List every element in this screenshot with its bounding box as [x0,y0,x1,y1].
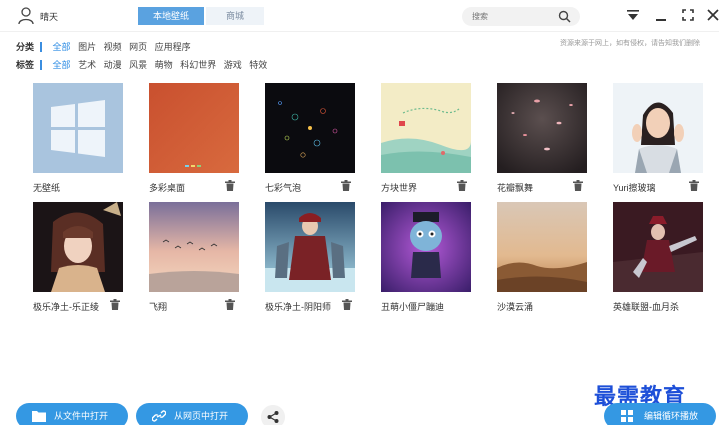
wallpaper-title: 飞翔 [149,302,168,312]
tag-all[interactable]: 全部 [53,60,71,70]
trash-icon[interactable] [573,180,583,191]
dropdown-icon[interactable] [626,8,640,22]
wallpaper-title: 花瓣飘舞 [497,183,534,193]
wallpaper-thumb-dance-yys[interactable] [265,202,355,292]
wallpaper-thumb-bubbles[interactable] [265,83,355,173]
fullscreen-icon[interactable] [681,8,695,22]
trash-icon[interactable] [225,299,235,310]
grid-icon [621,410,633,422]
tag-cute[interactable]: 萌物 [155,60,173,70]
wallpaper-title: 方块世界 [381,183,418,193]
open-from-web-label: 从网页中打开 [174,411,229,421]
category-video[interactable]: 视频 [104,42,122,52]
wallpaper-thumb-yuri[interactable] [613,83,703,173]
trash-icon[interactable] [110,299,120,310]
tag-scenery[interactable]: 风景 [129,60,147,70]
wallpaper-thumb-dance-yue[interactable] [33,202,123,292]
open-from-file-label: 从文件中打开 [54,411,109,421]
title-bar: 晴天 本地壁纸 商城 [0,0,719,32]
wallpaper-thumb-lol[interactable] [613,202,703,292]
close-icon[interactable] [706,8,719,22]
wallpaper-title: 极乐净土-阴阳师 [265,302,331,312]
wallpaper-title: 极乐净土-乐正绫 [33,302,99,312]
trash-icon[interactable] [342,299,352,310]
wallpaper-title: 无壁纸 [33,183,61,193]
open-from-web-button[interactable]: 从网页中打开 [136,403,248,425]
wallpaper-thumb-petals[interactable] [497,83,587,173]
minimize-icon[interactable] [654,8,668,22]
trash-icon[interactable] [457,180,467,191]
category-image[interactable]: 图片 [78,42,96,52]
tab-local-wallpaper[interactable]: 本地壁纸 [138,7,204,25]
user-icon[interactable] [18,7,34,25]
copyright-notice: 资源来源于网上，如有侵权，请告知我们删除 [560,40,700,47]
wallpaper-title: Yuri擦玻璃 [613,183,656,193]
tab-store[interactable]: 商城 [206,7,264,25]
tag-game[interactable]: 游戏 [224,60,242,70]
wallpaper-title: 七彩气泡 [265,183,302,193]
tag-filter: 标签 全部 艺术 动漫 风景 萌物 科幻世界 游戏 特效 [16,58,272,72]
category-all[interactable]: 全部 [53,42,71,52]
search-input[interactable] [472,9,554,24]
wallpaper-thumb-zombie[interactable] [381,202,471,292]
wallpaper-thumb-colorful[interactable] [149,83,239,173]
wallpaper-thumb-desert[interactable] [497,202,587,292]
category-app[interactable]: 应用程序 [155,42,191,52]
folder-icon [32,411,46,422]
category-label: 分类 [16,42,43,52]
category-web[interactable]: 网页 [129,42,147,52]
tag-anime[interactable]: 动漫 [104,60,122,70]
wallpaper-title: 英雄联盟-血月杀 [613,302,679,312]
wallpaper-thumb-none[interactable] [33,83,123,173]
edit-loop-play-label: 编辑循环播放 [644,411,699,421]
category-filter: 分类 全部 图片 视频 网页 应用程序 [16,40,196,54]
wallpaper-title: 多彩桌面 [149,183,186,193]
trash-icon[interactable] [689,180,699,191]
edit-loop-play-button[interactable]: 编辑循环播放 [604,403,716,425]
tag-art[interactable]: 艺术 [78,60,96,70]
wallpaper-thumb-block-world[interactable] [381,83,471,173]
wallpaper-thumb-flying[interactable] [149,202,239,292]
trash-icon[interactable] [225,180,235,191]
tag-label: 标签 [16,60,43,70]
open-from-file-button[interactable]: 从文件中打开 [16,403,128,425]
link-icon [152,410,166,422]
user-name[interactable]: 晴天 [40,10,58,23]
share-icon[interactable] [261,405,285,425]
tag-scifi[interactable]: 科幻世界 [180,60,216,70]
wallpaper-title: 沙漠云涌 [497,302,534,312]
wallpaper-title: 丑萌小僵尸蹦迪 [381,302,445,312]
trash-icon[interactable] [341,180,351,191]
tag-effects[interactable]: 特效 [249,60,267,70]
search-box [462,7,580,26]
search-icon[interactable] [558,10,571,23]
